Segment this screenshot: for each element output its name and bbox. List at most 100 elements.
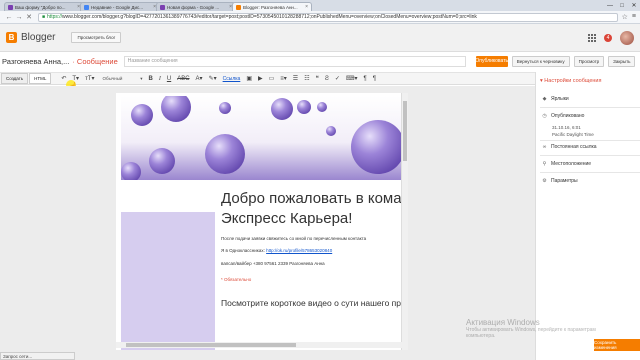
star-icon[interactable]: ☆: [622, 13, 628, 21]
blogger-logo-icon[interactable]: B: [6, 32, 17, 43]
divider: [540, 140, 640, 141]
close-window-icon[interactable]: ✕: [628, 2, 640, 9]
url-scheme: https://: [47, 14, 63, 20]
maximize-icon[interactable]: □: [616, 3, 628, 9]
blog-name[interactable]: Разгоняева Анна,...: [2, 57, 69, 66]
sphere-decoration: [149, 148, 175, 174]
permalink-setting[interactable]: ∞ Постоянная ссылка: [542, 144, 597, 150]
font-size-icon[interactable]: ᴛT▾: [85, 75, 94, 82]
input-tools-icon[interactable]: ⌨▾: [346, 75, 358, 82]
avatar[interactable]: [620, 30, 634, 45]
underline-icon[interactable]: U: [167, 76, 171, 82]
insert-jump-break-icon[interactable]: ▭: [269, 75, 275, 82]
status-bar: Запрос сети...: [0, 352, 75, 360]
editor-horizontal-scrollbar[interactable]: [116, 342, 408, 348]
sphere-decoration: [271, 98, 293, 120]
label-icon: ◆: [542, 96, 547, 102]
sphere-decoration: [219, 102, 231, 114]
rtl-icon[interactable]: ¶: [364, 76, 367, 82]
highlight-icon[interactable]: ✎▾: [209, 75, 217, 82]
close-button[interactable]: Закрыть: [608, 55, 636, 67]
italic-icon[interactable]: I: [159, 76, 161, 82]
watermark-text-2: компьютера.: [466, 333, 496, 339]
sphere-decoration: [205, 134, 245, 174]
sphere-decoration: [326, 126, 336, 136]
save-changes-button[interactable]: Сохранить изменения: [594, 339, 640, 351]
browser-tab-1[interactable]: Ваш форму "Добро по... ×: [4, 2, 84, 11]
text-color-icon[interactable]: A▾: [196, 75, 203, 82]
browser-tab-3[interactable]: Новая форма - Google ... ×: [156, 2, 236, 11]
sphere-decoration: [121, 162, 141, 180]
spellcheck-icon[interactable]: ✓: [335, 75, 340, 82]
insert-video-icon[interactable]: ▶: [258, 75, 263, 82]
tab-close-icon[interactable]: ×: [303, 4, 308, 10]
minimize-icon[interactable]: —: [604, 3, 616, 9]
contact-text: После подачи заявки свяжитесь со мной по…: [221, 236, 367, 241]
publish-timezone: Pacific Daylight Time: [552, 132, 594, 137]
options-setting[interactable]: ⚙ Параметры: [542, 178, 578, 184]
insert-image-icon[interactable]: ▣: [246, 75, 252, 82]
tab-label: Ваш форму "Добро по...: [15, 4, 66, 10]
published-setting[interactable]: ◷ Опубликовано: [542, 113, 584, 119]
preview-button[interactable]: Просмотр: [573, 55, 605, 67]
sphere-decoration: [161, 96, 191, 122]
format-select-value: Обычный: [102, 75, 123, 81]
numbered-list-icon[interactable]: ☰: [293, 75, 298, 82]
apps-grid-icon[interactable]: [588, 33, 596, 42]
banner-image: [121, 96, 401, 180]
required-note: * Обязательно: [221, 277, 252, 282]
revert-draft-button[interactable]: Вернуться к черновику: [511, 55, 570, 67]
bold-icon[interactable]: B: [149, 76, 153, 82]
blogger-header: B Blogger Просмотреть блог 4: [0, 24, 640, 52]
scroll-thumb[interactable]: [126, 343, 296, 347]
back-icon[interactable]: ←: [4, 14, 14, 21]
tab-label: Недавние - Google Дис...: [91, 4, 143, 10]
bullet-list-icon[interactable]: ☷: [304, 75, 309, 82]
stop-icon[interactable]: ✕: [24, 13, 34, 21]
forward-icon[interactable]: →: [14, 14, 24, 21]
strikethrough-icon[interactable]: ABC: [177, 76, 189, 82]
divider: [540, 172, 640, 173]
notification-badge[interactable]: 4: [604, 33, 612, 42]
compose-mode-button[interactable]: Создать: [1, 73, 29, 84]
link-icon: ∞: [542, 144, 547, 150]
form-side-panel: [121, 212, 215, 350]
html-mode-button[interactable]: HTML: [29, 73, 52, 84]
format-select[interactable]: Обычный ▾: [103, 76, 143, 82]
sphere-decoration: [131, 104, 153, 126]
forms-favicon-icon: [8, 4, 13, 10]
labels-text: Ярлыки: [551, 96, 569, 102]
post-settings-title[interactable]: ▾ Настройки сообщения: [540, 78, 601, 84]
browser-tab-2[interactable]: Недавние - Google Дис... ×: [80, 2, 160, 11]
welcome-heading: Добро пожаловать в коман Экспресс Карьер…: [221, 189, 408, 229]
post-title-row: Разгоняева Анна,... · Сообщение Название…: [0, 52, 640, 70]
location-setting[interactable]: ⚲ Местоположение: [542, 161, 591, 167]
menu-icon[interactable]: ≡: [632, 13, 636, 21]
welcome-line-2: Экспресс Карьера!: [221, 210, 353, 227]
publish-button[interactable]: Опубликовать: [475, 55, 508, 67]
clock-icon: ◷: [542, 113, 547, 119]
editor-document[interactable]: Добро пожаловать в коман Экспресс Карьер…: [116, 93, 408, 350]
url-text: www.blogger.com/blogger.g?blogID=4277201…: [62, 14, 477, 20]
phone-line: вапсап/вайбер +380 97561 2339 Разгоняева…: [221, 261, 325, 266]
ok-profile-link[interactable]: http://ok.ru/profile/578653020840: [266, 248, 332, 253]
blogger-favicon-icon: [236, 4, 241, 10]
ltr-icon[interactable]: ¶: [373, 76, 376, 82]
insert-link-button[interactable]: Ссылка: [223, 76, 241, 82]
quote-icon[interactable]: ❝: [316, 75, 319, 82]
options-text: Параметры: [551, 178, 578, 184]
scroll-thumb[interactable]: [403, 101, 407, 161]
clear-format-icon[interactable]: Ƨ: [325, 76, 329, 82]
browser-tab-4[interactable]: Blogger: Разгоняева Анн... ×: [232, 2, 312, 11]
divider: [540, 155, 640, 156]
url-input[interactable]: ■ https:// www.blogger.com/blogger.g?blo…: [38, 12, 618, 22]
sphere-decoration: [317, 102, 327, 112]
publish-date: 31.10.16, 6:01: [552, 125, 581, 130]
tab-label: Новая форма - Google ...: [167, 4, 220, 10]
labels-setting[interactable]: ◆ Ярлыки: [542, 96, 569, 102]
align-icon[interactable]: ≡▾: [280, 75, 287, 82]
view-blog-button[interactable]: Просмотреть блог: [71, 32, 122, 43]
undo-icon[interactable]: ↶: [61, 75, 66, 82]
editor-vertical-scrollbar[interactable]: [401, 93, 408, 350]
post-title-input[interactable]: Название сообщения: [123, 55, 466, 67]
